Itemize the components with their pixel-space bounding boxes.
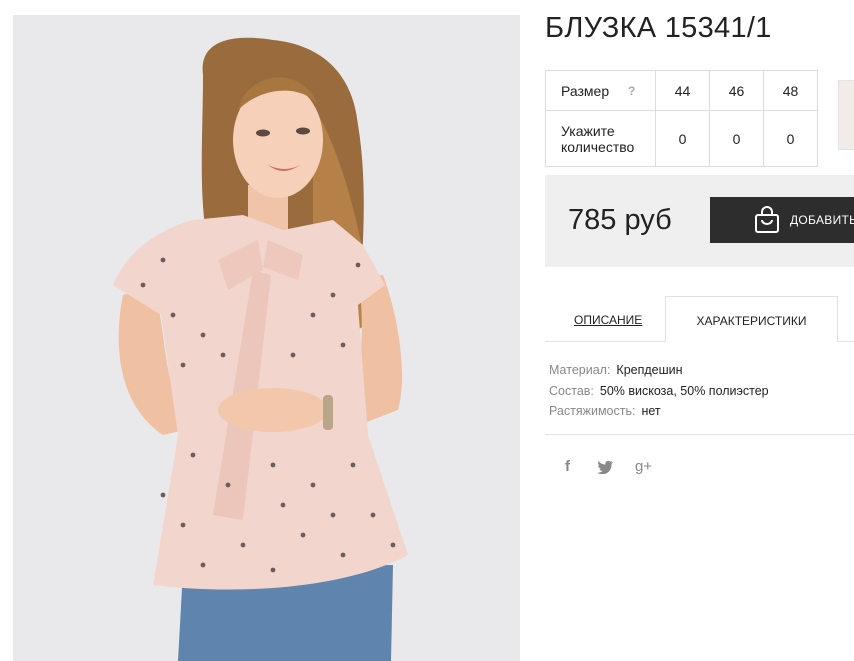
size-48: 48	[763, 70, 818, 111]
quantity-input-46[interactable]: 0	[709, 110, 764, 167]
size-help-icon[interactable]: ?	[628, 83, 635, 99]
quantity-row-label: Укажите количество	[545, 110, 656, 167]
product-tabs: ОПИСАНИЕ ХАРАКТЕРИСТИКИ	[545, 296, 854, 342]
tab-characteristics[interactable]: ХАРАКТЕРИСТИКИ	[665, 296, 838, 342]
size-quantity-table: Размер ? 44 46 48 Укажите количество 0 0…	[545, 70, 818, 167]
product-price: 785 руб	[568, 204, 672, 236]
product-title: БЛУЗКА 15341/1	[545, 12, 772, 44]
spec-row-material: Материал: Крепдешин	[549, 360, 769, 381]
spec-value: 50% вискоза, 50% полиэстер	[599, 383, 769, 398]
tab-divider	[838, 341, 854, 342]
characteristics-list: Материал: Крепдешин Состав: 50% вискоза, 5…	[549, 360, 769, 422]
spec-row-composition: Состав: 50% вискоза, 50% полиэстер	[549, 381, 769, 402]
spec-key: Материал:	[549, 363, 611, 377]
quantity-row: Укажите количество 0 0 0	[545, 110, 818, 167]
twitter-icon[interactable]	[597, 460, 613, 478]
quantity-input-44[interactable]: 0	[655, 110, 710, 167]
spec-key: Растяжимость:	[549, 404, 636, 418]
facebook-icon[interactable]: f	[565, 458, 570, 475]
section-divider	[545, 434, 854, 435]
size-46: 46	[709, 70, 764, 111]
size-row: Размер ? 44 46 48	[545, 70, 818, 111]
price-panel: 785 руб ДОБАВИТЬ	[545, 175, 854, 267]
spec-value: нет	[641, 404, 661, 418]
product-thumbnail[interactable]	[838, 80, 854, 150]
product-photo[interactable]	[13, 15, 520, 661]
add-to-cart-button[interactable]: ДОБАВИТЬ	[710, 197, 854, 243]
tab-divider	[545, 341, 665, 342]
google-plus-icon[interactable]: g+	[635, 458, 652, 475]
spec-row-stretch: Растяжимость: нет	[549, 401, 769, 422]
shopping-bag-icon	[753, 206, 781, 237]
quantity-input-48[interactable]: 0	[763, 110, 818, 167]
spec-value: Крепдешин	[616, 363, 683, 377]
add-to-cart-label: ДОБАВИТЬ	[790, 213, 854, 227]
size-row-label: Размер ?	[545, 70, 656, 111]
tab-description[interactable]: ОПИСАНИЕ	[574, 313, 642, 327]
size-label: Размер	[561, 82, 610, 99]
spec-key: Состав:	[549, 383, 594, 398]
size-44: 44	[655, 70, 710, 111]
